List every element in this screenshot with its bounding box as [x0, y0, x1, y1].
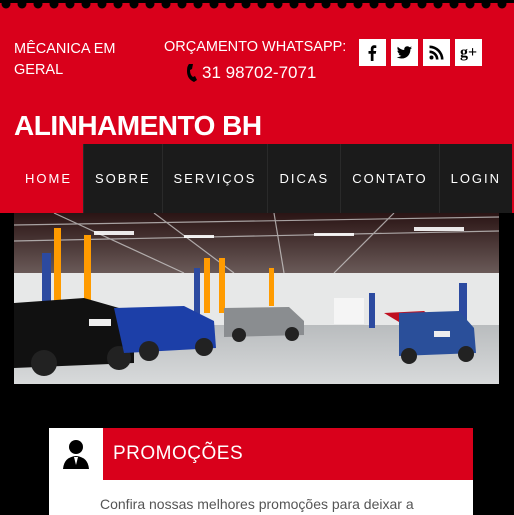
promo-header: PROMOÇÕES [103, 428, 473, 480]
promotions-card: PROMOÇÕES Confira nossas melhores promoç… [49, 428, 473, 515]
twitter-icon [396, 46, 412, 59]
promo-text: Confira nossas melhores promoções para d… [100, 496, 414, 512]
google-plus-icon: g+ [459, 43, 478, 61]
google-plus-button[interactable]: g+ [455, 39, 482, 66]
nav-contato[interactable]: CONTATO [340, 144, 439, 213]
promo-title: PROMOÇÕES [113, 443, 244, 464]
main-nav: HOME SOBRE SERVIÇOS DICAS CONTATO LOGIN [14, 144, 513, 213]
hero-image-garage [14, 213, 499, 384]
facebook-button[interactable] [359, 39, 386, 66]
rss-button[interactable] [423, 39, 450, 66]
phone-number: 31 98702-7071 [202, 63, 317, 82]
promo-icon-box [49, 428, 103, 480]
site-brand[interactable]: ALINHAMENTO BH [14, 110, 262, 142]
user-icon [63, 440, 89, 469]
rss-icon [429, 45, 444, 60]
phone-icon [187, 64, 197, 82]
nav-servicos[interactable]: SERVIÇOS [161, 144, 268, 213]
twitter-button[interactable] [391, 39, 418, 66]
nav-login[interactable]: LOGIN [438, 144, 513, 213]
nav-dicas[interactable]: DICAS [267, 144, 341, 213]
phone-row[interactable]: 31 98702-7071 [186, 63, 316, 83]
nav-sobre[interactable]: SOBRE [83, 144, 162, 213]
site-header: MÊCANICA EM GERAL ORÇAMENTO WHATSAPP: 31… [0, 0, 514, 213]
whatsapp-label: ORÇAMENTO WHATSAPP: [164, 39, 347, 55]
facebook-icon [368, 45, 377, 61]
nav-home[interactable]: HOME [14, 144, 83, 213]
tagline: MÊCANICA EM GERAL [14, 41, 116, 78]
scalloped-border [0, 0, 514, 9]
social-links: g+ [359, 39, 482, 66]
